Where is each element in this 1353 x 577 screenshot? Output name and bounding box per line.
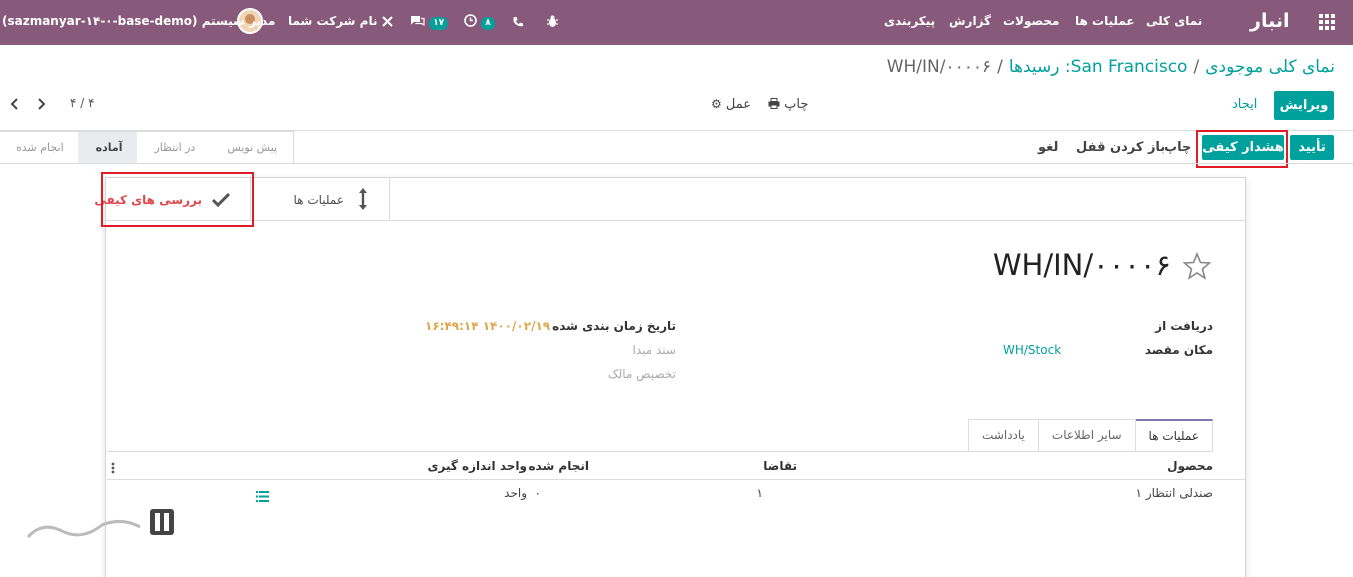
column-product[interactable]: محصول — [1167, 459, 1213, 473]
print-menu-label: چاپ — [784, 97, 809, 112]
messages-badge: ۱۷ — [429, 17, 449, 30]
apps-menu-icon[interactable] — [1316, 0, 1336, 45]
breadcrumb-receipts[interactable]: San Francisco: رسیدها — [1009, 57, 1188, 77]
column-uom[interactable]: واحد اندازه گیری — [427, 459, 527, 473]
favorite-star-icon[interactable] — [1182, 251, 1212, 284]
validate-button[interactable]: تأیید — [1290, 135, 1334, 160]
action-menu-label: عمل — [725, 97, 752, 112]
phone-icon[interactable] — [512, 0, 524, 45]
row-done: ۰ — [534, 486, 541, 500]
menu-reporting[interactable]: گزارش — [949, 0, 991, 45]
column-options-icon[interactable] — [111, 459, 115, 478]
tabs-divider — [107, 451, 1213, 452]
breadcrumb: نمای کلی موجودی/San Francisco: رسیدها/WH… — [887, 57, 1335, 77]
detailed-operations-icon[interactable] — [256, 487, 269, 506]
print-menu[interactable]: چاپ — [768, 97, 808, 112]
breadcrumb-separator: / — [997, 57, 1003, 77]
updown-arrows-icon — [359, 188, 367, 210]
clock-icon — [464, 14, 477, 27]
company-switcher[interactable]: نام شرکت شما — [288, 0, 377, 45]
pager-next-icon[interactable] — [36, 96, 46, 115]
stage-ready[interactable]: آماده — [77, 131, 137, 164]
tab-other-info[interactable]: سایر اطلاعات — [1037, 419, 1136, 452]
pager-value[interactable]: ۴ / ۴ — [70, 96, 95, 110]
edit-button[interactable]: ویرایش — [1274, 91, 1334, 120]
receive-from-label: دریافت از — [1155, 319, 1213, 333]
status-bar: انجام شده آماده در انتظار پیش نویس — [0, 131, 295, 164]
print-icon — [768, 98, 780, 109]
top-navbar: انبار نمای کلی عملیات ها محصولات گزارش پ… — [0, 0, 1353, 45]
gear-icon: ⚙ — [711, 97, 722, 111]
menu-operations[interactable]: عملیات ها — [1075, 0, 1135, 45]
menu-products[interactable]: محصولات — [1003, 0, 1059, 45]
notebook-tabs: عملیات ها سایر اطلاعات یادداشت — [968, 419, 1213, 452]
scheduled-date-label: تاریخ زمان بندی شده — [552, 319, 676, 333]
record-title: WH/IN/۰۰۰۰۶ — [992, 248, 1171, 282]
row-uom: واحد — [504, 486, 527, 500]
destination-value[interactable]: WH/Stock — [1003, 343, 1061, 357]
cancel-button[interactable]: لغو — [1038, 140, 1058, 155]
tools-icon[interactable] — [381, 0, 394, 45]
stage-draft[interactable]: پیش نویس — [209, 131, 295, 164]
activities-badge: ۸ — [481, 17, 495, 30]
assign-owner-label: تخصیص مالک — [607, 367, 676, 381]
tab-operations[interactable]: عملیات ها — [1134, 419, 1213, 452]
watermark-logo — [22, 503, 182, 553]
breadcrumb-current: WH/IN/۰۰۰۰۶ — [886, 57, 992, 77]
breadcrumb-separator: / — [1193, 57, 1200, 77]
operations-smart-button[interactable]: عملیات ها — [250, 177, 390, 221]
breadcrumb-inventory-overview[interactable]: نمای کلی موجودی — [1205, 57, 1335, 77]
menu-configuration[interactable]: پیکربندی — [884, 0, 935, 45]
header-divider — [283, 163, 1353, 164]
row-demand: ۱ — [756, 486, 763, 500]
bug-icon[interactable] — [546, 0, 559, 45]
action-menu[interactable]: عمل ⚙ — [711, 97, 751, 112]
column-done[interactable]: انجام شده — [528, 459, 589, 473]
source-document-label: سند مبدا — [632, 343, 676, 357]
stage-waiting[interactable]: در انتظار — [136, 131, 210, 164]
app-name[interactable]: انبار — [1250, 0, 1289, 45]
column-demand[interactable]: تقاضا — [763, 459, 797, 473]
activities-button[interactable]: ۸ — [464, 0, 495, 45]
quality-checks-highlight — [101, 172, 254, 227]
print-button[interactable]: چاپ — [1164, 140, 1191, 155]
operations-smart-label: عملیات ها — [293, 193, 344, 207]
pager-previous-icon[interactable] — [10, 96, 20, 115]
table-header-divider — [107, 479, 1245, 480]
destination-label: مکان مقصد — [1144, 343, 1213, 357]
scheduled-date-value[interactable]: ۱۴۰۰/۰۲/۱۹ ۱۶:۴۹:۱۴ — [425, 319, 550, 333]
create-button[interactable]: ایجاد — [1232, 97, 1257, 112]
unlock-button[interactable]: باز کردن قفل — [1076, 140, 1165, 155]
row-product: صندلی انتظار ۱ — [1135, 486, 1213, 500]
stage-done[interactable]: انجام شده — [0, 131, 78, 164]
messages-button[interactable]: ۱۷ — [410, 0, 449, 45]
menu-overview[interactable]: نمای کلی — [1146, 0, 1202, 45]
tab-note[interactable]: یادداشت — [968, 419, 1039, 452]
smart-button-box: عملیات ها بررسی های کیفی — [94, 177, 1246, 221]
chat-icon — [411, 16, 425, 27]
user-menu[interactable]: مدیر سیستم (sazmanyar-۱۴-۰-base-demo) — [2, 0, 275, 45]
